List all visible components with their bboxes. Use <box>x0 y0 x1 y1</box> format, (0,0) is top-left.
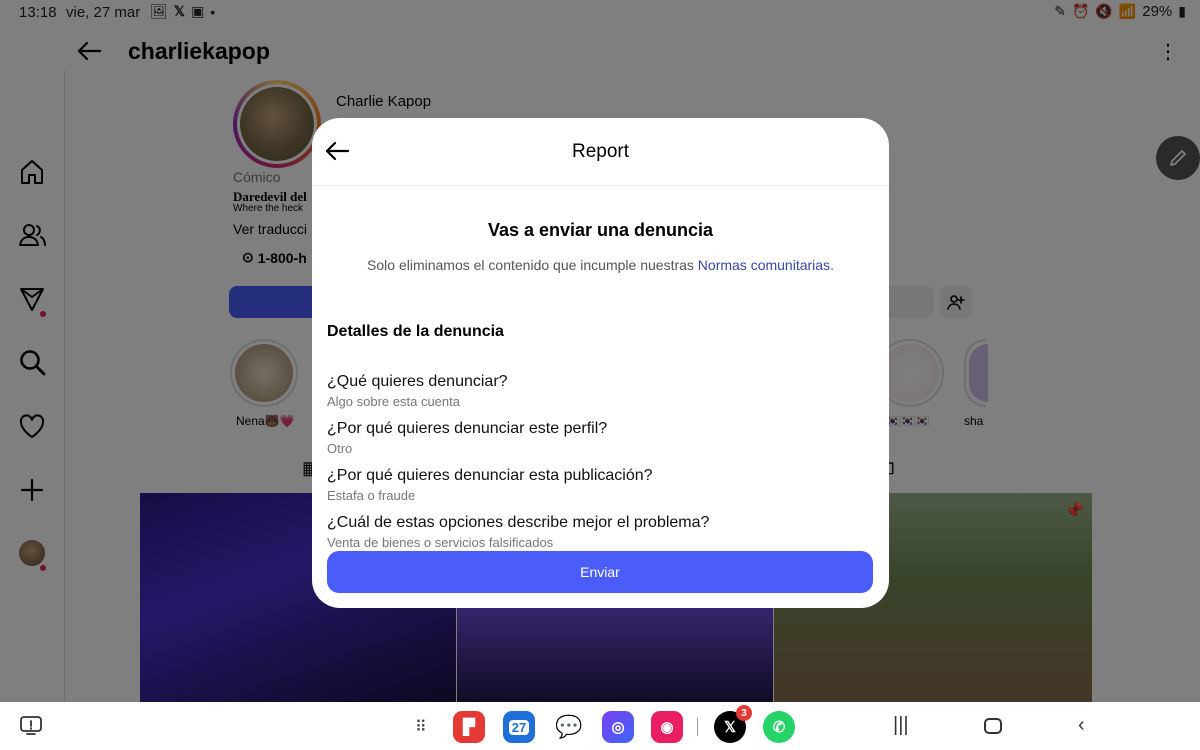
report-heading: Vas a enviar una denuncia <box>487 220 714 240</box>
detail-question: ¿Por qué quieres denunciar esta publicac… <box>327 467 653 484</box>
whatsapp-app-icon[interactable]: ✆ <box>763 711 795 743</box>
report-detail-item: ¿Por qué quieres denunciar esta publicac… <box>327 467 653 503</box>
detail-answer: Venta de bienes o servicios falsificados <box>327 535 554 550</box>
report-note: Solo eliminamos el contenido que incumpl… <box>312 257 889 273</box>
report-detail-item: ¿Por qué quieres denunciar este perfil? … <box>327 420 607 456</box>
detail-answer: Otro <box>327 441 353 456</box>
details-heading: Detalles de la denuncia <box>327 323 504 340</box>
report-detail-item: ¿Qué quieres denunciar? Algo sobre esta … <box>327 373 508 409</box>
submit-report-button[interactable]: Enviar <box>327 551 873 593</box>
community-guidelines-link[interactable]: Normas comunitarias <box>698 257 830 273</box>
detail-answer: Estafa o fraude <box>327 488 416 503</box>
home-key-icon[interactable] <box>984 718 1002 734</box>
flipboard-app-icon[interactable]: ▛ <box>453 711 485 743</box>
calendar-day: 27 <box>508 719 530 735</box>
detail-question: ¿Por qué quieres denunciar este perfil? <box>327 420 608 437</box>
divider <box>312 185 889 186</box>
system-nav-bar: ⠿ ▛ 27 💬 ◎ ◉ 𝕏3 ✆ ||| ‹ <box>0 702 1200 750</box>
detail-question: ¿Qué quieres denunciar? <box>327 373 508 390</box>
dock-divider <box>697 718 698 736</box>
back-key-icon[interactable]: ‹ <box>1078 714 1085 737</box>
messages-app-icon[interactable]: 💬 <box>553 711 585 743</box>
dialog-title: Report <box>571 141 630 162</box>
detail-question: ¿Cuál de estas opciones describe mejor e… <box>327 514 710 531</box>
internet-app-icon[interactable]: ◎ <box>602 711 634 743</box>
calendar-app-icon[interactable]: 27 <box>503 711 535 743</box>
camera-app-icon[interactable]: ◉ <box>651 711 683 743</box>
screen-recorder-icon[interactable] <box>20 716 42 736</box>
notification-badge: 3 <box>736 705 752 721</box>
report-dialog: Report Vas a enviar una denuncia Solo el… <box>312 118 889 608</box>
detail-answer: Algo sobre esta cuenta <box>327 394 460 409</box>
x-app-icon[interactable]: 𝕏3 <box>714 705 752 743</box>
note-text: Solo eliminamos el contenido que incumpl… <box>367 257 698 273</box>
note-suffix: . <box>830 257 834 273</box>
report-detail-item: ¿Cuál de estas opciones describe mejor e… <box>327 514 709 550</box>
app-drawer-icon[interactable]: ⠿ <box>415 717 428 737</box>
recents-key-icon[interactable]: ||| <box>893 714 909 737</box>
